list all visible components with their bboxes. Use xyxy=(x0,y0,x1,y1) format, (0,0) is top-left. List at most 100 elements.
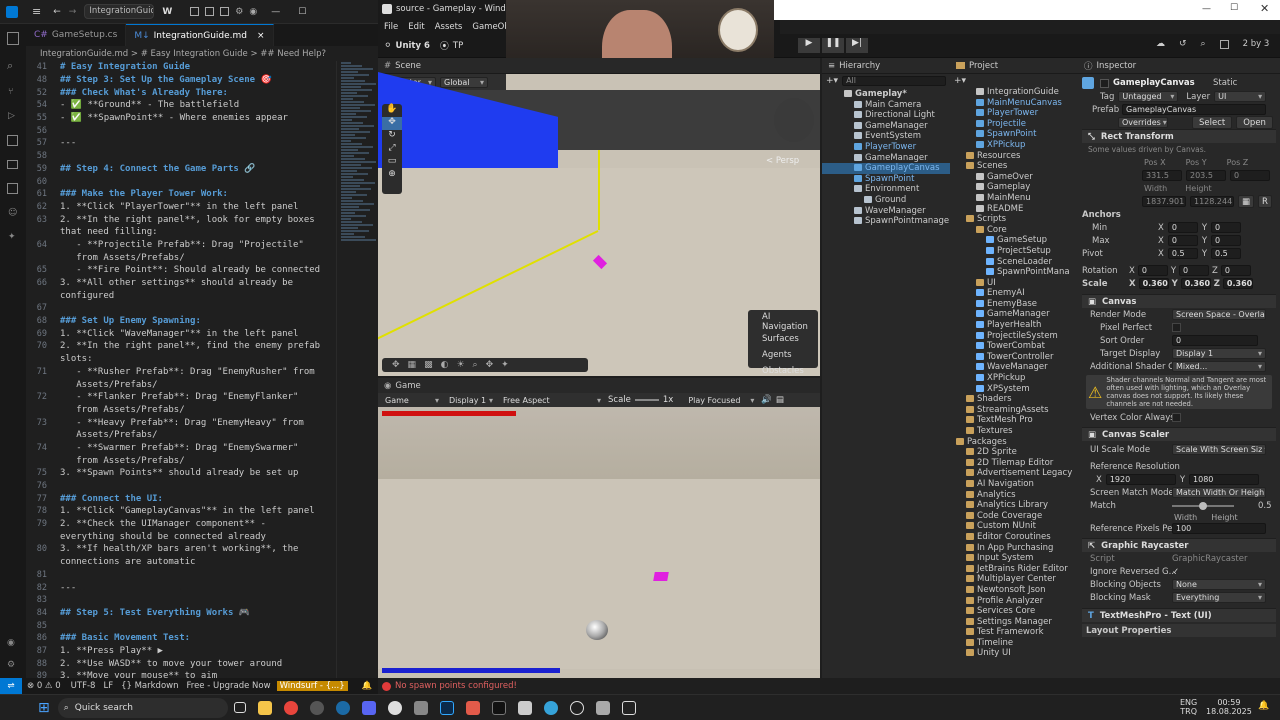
project-item[interactable]: PlayerHealth xyxy=(950,320,1078,331)
code-line[interactable]: 85 xyxy=(26,619,336,632)
quick-search-box[interactable]: ⌕ Quick search xyxy=(57,697,228,718)
eol-indicator[interactable]: LF xyxy=(103,681,113,691)
project-item[interactable]: Services Core xyxy=(950,606,1078,617)
code-line[interactable]: connections are automatic xyxy=(26,556,336,569)
source-control-icon[interactable]: ⑂ xyxy=(8,87,18,97)
extensions-icon[interactable] xyxy=(7,135,18,146)
project-item[interactable]: WaveManager xyxy=(950,362,1078,373)
code-line[interactable]: 48 ## Step 3: Set Up the Gameplay Scene 🎯 xyxy=(26,74,336,87)
play-button[interactable]: ▶ xyxy=(798,38,820,53)
scene-view[interactable]: # Scene Center Global ✋ ✥ ↻ ⤢ ▭ ⊕ < Pers… xyxy=(378,58,820,376)
code-line[interactable]: 86 ### Basic Movement Test: xyxy=(26,632,336,645)
unity-version[interactable]: Unity 6 xyxy=(396,41,430,51)
rect-tool-icon[interactable]: ▭ xyxy=(382,156,402,169)
code-line[interactable]: configured xyxy=(26,289,336,302)
code-line[interactable]: 68 ### Set Up Enemy Spawning: xyxy=(26,315,336,328)
code-line[interactable]: 87 1. **Press Play** ▶ xyxy=(26,645,336,658)
account-avatar-icon[interactable]: ◉ xyxy=(7,638,15,648)
width-field[interactable]: 1837.901 xyxy=(1142,196,1186,207)
step-button[interactable]: ▶| xyxy=(846,38,868,53)
code-line[interactable]: 78 1. **Click "GameplayCanvas"** in the l… xyxy=(26,505,336,518)
pos-x-field[interactable]: 331.5 xyxy=(1142,170,1182,181)
project-item[interactable]: Code Coverage xyxy=(950,511,1078,522)
settings-gear-icon[interactable]: ⚙ xyxy=(235,7,243,17)
code-line[interactable]: slots: xyxy=(26,353,336,366)
project-item[interactable]: 2D Tilemap Editor xyxy=(950,458,1078,469)
min-y-field[interactable]: 0 xyxy=(1211,222,1242,233)
code-line[interactable]: 70 2. **In the right panel**, find the en… xyxy=(26,340,336,353)
project-item[interactable]: Scripts xyxy=(950,214,1078,225)
select-button[interactable]: Select xyxy=(1192,116,1233,129)
system-clock[interactable]: 00:59 18.08.2025 xyxy=(1206,698,1252,716)
project-item[interactable]: Timeline xyxy=(950,638,1078,649)
game-tab[interactable]: Game xyxy=(395,381,420,391)
static-toggle[interactable]: Static xyxy=(1213,78,1237,88)
render-mode-dropdown[interactable]: Screen Space - Overla xyxy=(1172,309,1266,320)
code-line[interactable]: 80 3. **If health/XP bars aren't working*… xyxy=(26,543,336,556)
code-line[interactable]: 75 3. **Spawn Points** should already be … xyxy=(26,467,336,480)
hierarchy-item[interactable]: Ground xyxy=(822,195,950,206)
transform-tool-icon[interactable]: ⊕ xyxy=(382,169,402,182)
match-mode-dropdown[interactable]: Match Width Or Heigh xyxy=(1172,487,1266,498)
layer-dropdown[interactable]: UI xyxy=(1214,91,1267,102)
code-line[interactable]: 83 xyxy=(26,594,336,607)
windsurf-app-icon[interactable] xyxy=(621,700,636,715)
overrides-dropdown[interactable]: Overrides xyxy=(1118,117,1168,128)
project-tab[interactable]: Project xyxy=(969,61,998,71)
hierarchy-item[interactable]: Environment xyxy=(822,184,950,195)
windsurf-icon[interactable]: ✦ xyxy=(8,232,18,242)
code-line[interactable]: from Assets/Prefabs/ xyxy=(26,404,336,417)
sidebar-icon[interactable] xyxy=(220,7,230,16)
project-item[interactable]: SpawnPoint xyxy=(950,129,1078,140)
prefab-field[interactable]: GameplayCanvas xyxy=(1122,104,1266,115)
code-line[interactable]: 79 2. **Check the UIManager component** - xyxy=(26,518,336,531)
project-item[interactable]: GameSetup xyxy=(950,235,1078,246)
project-item[interactable]: ProjectileSystem xyxy=(950,331,1078,342)
panel-icon[interactable] xyxy=(205,7,215,16)
ai-nav-obstacles[interactable]: Obstacles xyxy=(748,360,818,376)
scale-z-field[interactable]: 0.360 xyxy=(1222,278,1253,289)
project-item[interactable]: SpawnPointMana xyxy=(950,267,1078,278)
raw-edit-button[interactable]: R xyxy=(1258,195,1272,208)
remote-indicator-icon[interactable]: ⇌ xyxy=(0,678,22,694)
play-focus-dropdown[interactable]: Play Focused xyxy=(685,395,757,406)
minimap[interactable] xyxy=(336,61,378,678)
project-item[interactable]: Resources xyxy=(950,151,1078,162)
tag-dropdown[interactable]: Untagged xyxy=(1118,91,1179,102)
anchors-foldout[interactable]: Anchors xyxy=(1082,208,1276,221)
draw-mode-icon[interactable]: ◐ xyxy=(441,360,449,370)
project-item[interactable]: Shaders xyxy=(950,394,1078,405)
code-line[interactable]: 66 3. **All other settings** should alrea… xyxy=(26,277,336,290)
layout-dropdown[interactable]: 2 by 3 xyxy=(1243,39,1270,49)
problems-indicator[interactable]: ⊗ 0 ⚠ 0 xyxy=(27,681,61,691)
cloud-icon[interactable]: ☁ xyxy=(1156,39,1165,49)
inspector-tab[interactable]: Inspector xyxy=(1097,61,1137,71)
blueprint-button[interactable]: ▦ xyxy=(1238,195,1255,208)
app-icon-1[interactable] xyxy=(309,700,324,715)
code-line[interactable]: 81 xyxy=(26,569,336,582)
language-indicator[interactable]: {} Markdown xyxy=(121,681,178,691)
chrome-icon[interactable] xyxy=(283,700,298,715)
grid-tool-icon[interactable]: ▦ xyxy=(408,360,417,370)
project-item[interactable]: Unity UI xyxy=(950,648,1078,659)
aspect-dropdown[interactable]: Free Aspect xyxy=(500,395,604,406)
manage-gear-icon[interactable]: ⚙ xyxy=(7,660,15,670)
console-status[interactable]: No spawn points configured! xyxy=(378,678,820,694)
command-center[interactable]: IntegrationGuide... xyxy=(84,4,155,19)
code-editor[interactable]: 41 # Easy Integration Guide 48 ## Step 3: S… xyxy=(26,61,336,678)
hierarchy-tab[interactable]: Hierarchy xyxy=(839,61,880,71)
ignore-reversed-checkbox[interactable]: ✓ xyxy=(1172,567,1179,577)
ref-y-field[interactable]: 1080 xyxy=(1189,474,1260,485)
minimize-icon[interactable]: — xyxy=(271,7,280,17)
project-item[interactable]: Settings Manager xyxy=(950,617,1078,628)
code-line[interactable]: 73 - **Heavy Prefab**: Drag "EnemyHeavy"… xyxy=(26,416,336,429)
blocking-objects-dropdown[interactable]: None xyxy=(1172,579,1266,590)
min-x-field[interactable]: 0 xyxy=(1167,222,1198,233)
object-name-field[interactable]: GameplayCanvas xyxy=(1113,78,1213,88)
project-item[interactable]: Analytics Library xyxy=(950,500,1078,511)
canvas-scaler-header[interactable]: ▣ Canvas Scaler xyxy=(1082,427,1276,441)
code-line[interactable]: that need filling: xyxy=(26,226,336,239)
explorer-icon[interactable] xyxy=(7,32,19,45)
encoding-indicator[interactable]: UTF-8 xyxy=(71,681,96,691)
ref-x-field[interactable]: 1920 xyxy=(1105,474,1176,485)
